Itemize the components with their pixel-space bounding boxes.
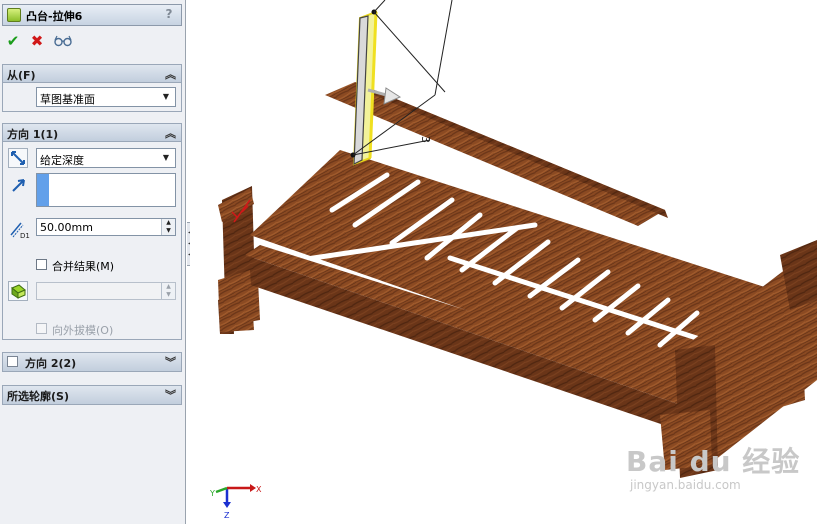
direction2-checkbox[interactable] — [7, 356, 18, 367]
spin-up-icon: ▲ — [166, 283, 171, 290]
ok-button[interactable]: ✔ — [3, 32, 23, 50]
baidu-watermark: Bai du 经验 jingyan.baidu.com — [626, 440, 800, 492]
draft-angle-spinner: ▲ ▼ — [161, 283, 175, 299]
selected-contours-header[interactable]: 所选轮廓(S) ︾ — [3, 386, 181, 404]
depth-value: 50.00mm — [40, 221, 93, 234]
draft-outward-checkbox: 向外拔模(O) — [36, 321, 176, 337]
y-axis-label: Y — [209, 489, 215, 498]
selected-contours-title: 所选轮廓(S) — [7, 390, 69, 403]
glasses-icon — [54, 35, 72, 47]
direction1-section-header[interactable]: 方向 1(1) ︽ — [3, 124, 181, 142]
feature-title-bar: 凸台-拉伸6 ? — [2, 4, 182, 26]
direction-vector-icon — [11, 177, 27, 193]
draft-toggle-button[interactable] — [8, 281, 28, 301]
end-condition-select[interactable]: 给定深度 ▼ — [36, 148, 176, 168]
cancel-button[interactable]: ✖ — [27, 32, 47, 50]
spin-down-icon: ▼ — [166, 291, 171, 298]
watermark-logo: Bai du 经验 — [626, 445, 801, 478]
boss-extrude-icon — [7, 8, 21, 22]
z-axis-label: Z — [224, 511, 230, 520]
merge-result-box[interactable] — [36, 259, 47, 270]
draft-outward-label: 向外拔模(O) — [52, 324, 114, 337]
draft-outward-box — [36, 323, 47, 334]
expand-down-icon: ︾ — [165, 356, 176, 369]
watermark-url: jingyan.baidu.com — [630, 478, 741, 492]
x-axis-label: X — [256, 485, 262, 494]
from-section: 从(F) ︽ 草图基准面 ▼ — [2, 64, 182, 112]
depth-spinner[interactable]: ▲ ▼ — [161, 219, 175, 235]
direction1-section-title: 方向 1(1) — [7, 128, 59, 141]
help-button[interactable]: ? — [162, 7, 176, 23]
from-section-header[interactable]: 从(F) ︽ — [3, 65, 181, 83]
property-manager-panel: 凸台-拉伸6 ? ✔ ✖ 从(F) ︽ 草图基准面 ▼ 方向 1(1) ︽ 给定… — [0, 0, 186, 524]
graphics-viewport[interactable]: 3 X Y Z Bai du 经验 jingyan.baidu.com — [190, 0, 817, 524]
direction-reference-list[interactable] — [36, 173, 176, 207]
sketch-dimension-label: 3 — [419, 136, 432, 143]
expand-down-icon: ︾ — [165, 389, 176, 402]
detailed-preview-button[interactable] — [53, 32, 73, 50]
active-selection-indicator — [37, 174, 49, 206]
chevron-down-icon: ▼ — [162, 92, 170, 101]
direction2-section-header[interactable]: 方向 2(2) ︾ — [3, 353, 181, 371]
start-condition-value: 草图基准面 — [40, 93, 95, 106]
collapse-up-icon: ︽ — [165, 127, 176, 140]
direction1-section: 方向 1(1) ︽ 给定深度 ▼ D1 50.00mm ▲ ▼ 合并结果(M) … — [2, 123, 182, 340]
draft-angle-input: ▲ ▼ — [36, 282, 176, 300]
reverse-direction-icon — [11, 151, 25, 165]
merge-result-checkbox[interactable]: 合并结果(M) — [36, 257, 176, 273]
draft-icon — [11, 284, 26, 299]
spin-down-icon: ▼ — [166, 227, 171, 234]
feature-title: 凸台-拉伸6 — [26, 10, 83, 23]
solidworks-window: 凸台-拉伸6 ? ✔ ✖ 从(F) ︽ 草图基准面 ▼ 方向 1(1) ︽ 给定… — [0, 0, 817, 524]
collapse-up-icon: ︽ — [165, 68, 176, 81]
direction2-section: 方向 2(2) ︾ — [2, 352, 182, 372]
depth-input[interactable]: 50.00mm ▲ ▼ — [36, 218, 176, 236]
svg-text:D1: D1 — [20, 232, 30, 239]
from-section-title: 从(F) — [7, 69, 36, 82]
reverse-direction-button[interactable] — [8, 148, 28, 168]
spin-up-icon: ▲ — [166, 219, 171, 226]
merge-result-label: 合并结果(M) — [52, 260, 115, 273]
chevron-down-icon: ▼ — [162, 153, 170, 162]
selected-contours-section: 所选轮廓(S) ︾ — [2, 385, 182, 405]
coordinate-triad: X Y Z — [209, 484, 262, 520]
depth-icon: D1 — [9, 219, 31, 240]
direction2-section-title: 方向 2(2) — [25, 357, 77, 370]
end-condition-value: 给定深度 — [40, 154, 84, 167]
start-condition-select[interactable]: 草图基准面 ▼ — [36, 87, 176, 107]
